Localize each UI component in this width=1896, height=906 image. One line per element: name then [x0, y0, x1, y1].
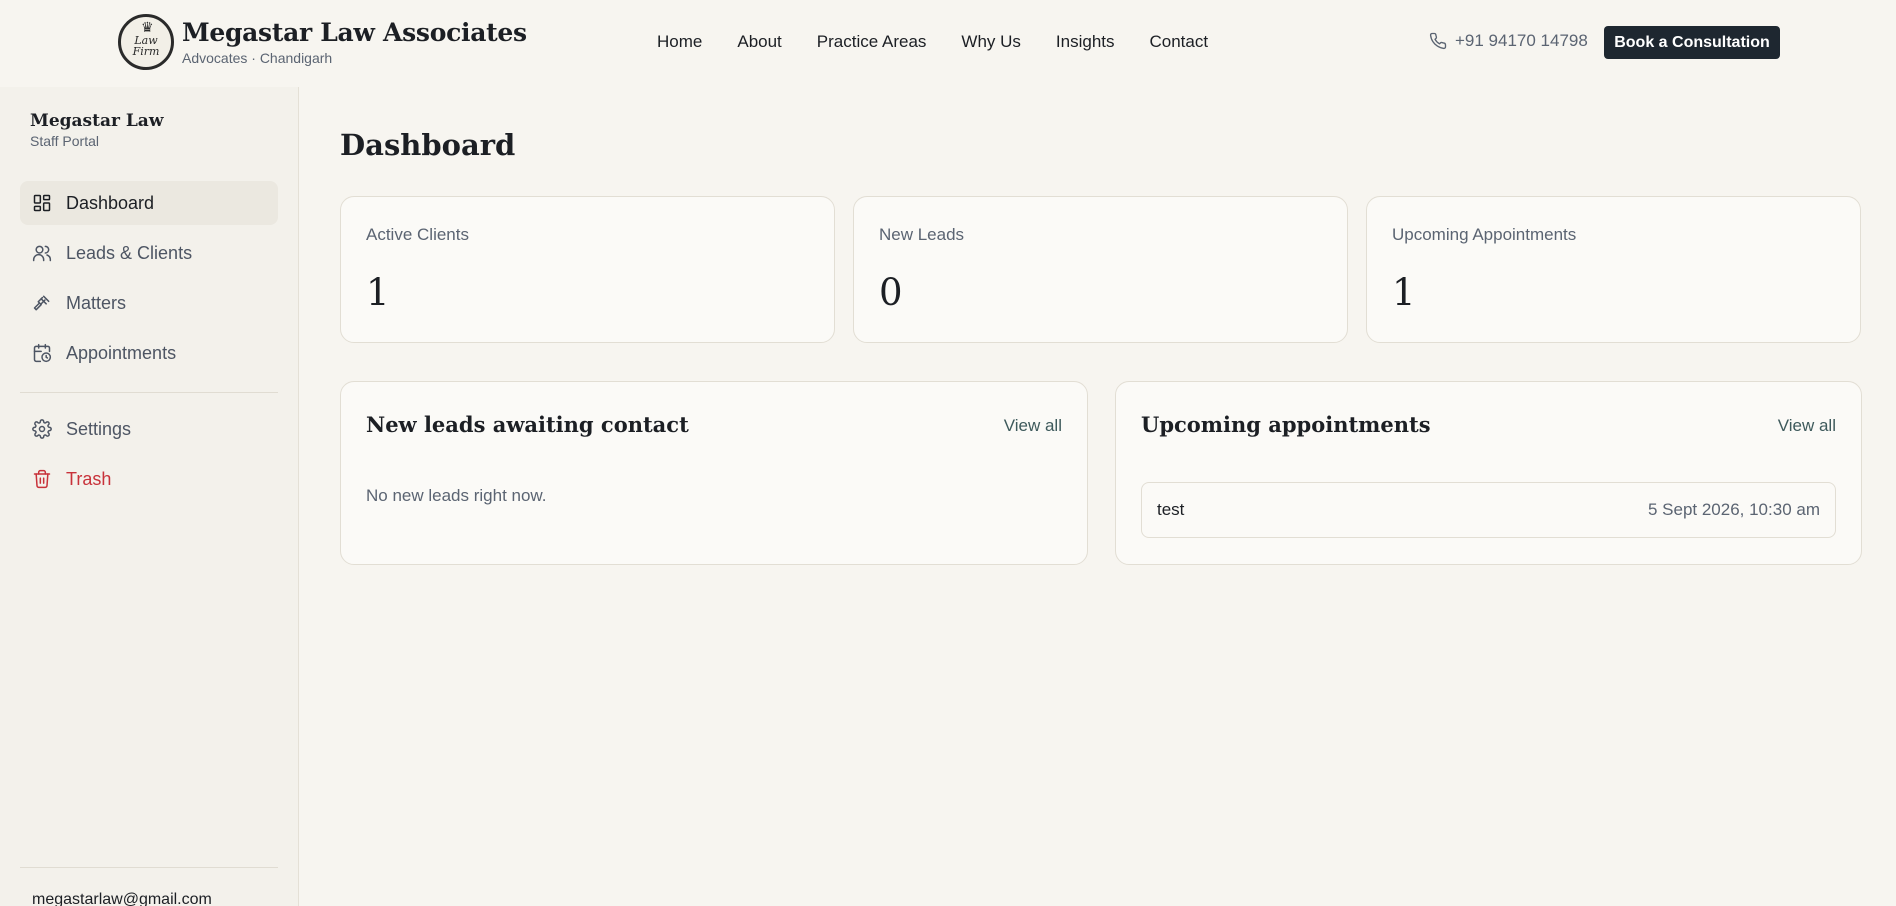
stat-card-upcoming-appointments: Upcoming Appointments 1 [1366, 196, 1861, 343]
stat-card-new-leads: New Leads 0 [853, 196, 1348, 343]
sidebar-item-label: Appointments [66, 342, 177, 363]
gear-icon [32, 419, 52, 439]
sidebar-item-trash[interactable]: Trash [20, 457, 278, 501]
user-email: megastarlaw@gmail.com [32, 891, 212, 906]
panel-title: New leads awaiting contact [366, 412, 689, 437]
site-header: ♛ Law Firm Megastar Law Associates Advoc… [0, 0, 1896, 87]
nav-practice-areas[interactable]: Practice Areas [817, 32, 927, 52]
stat-value: 1 [1392, 271, 1416, 314]
page-title: Dashboard [340, 128, 516, 162]
sidebar-item-leads-clients[interactable]: Leads & Clients [20, 231, 278, 275]
upcoming-appointments-panel: Upcoming appointments View all test 5 Se… [1115, 381, 1862, 565]
brand-subtitle: Advocates · Chandigarh [182, 50, 333, 66]
sidebar-item-label: Leads & Clients [66, 242, 193, 263]
sidebar-title: Megastar Law [30, 111, 164, 131]
phone-link[interactable]: +91 94170 14798 [1429, 31, 1588, 51]
sidebar-item-label: Trash [66, 468, 112, 489]
appointment-name: test [1157, 500, 1185, 519]
dashboard-icon [33, 194, 51, 212]
gavel-icon [33, 295, 50, 311]
phone-icon [1429, 32, 1447, 50]
sidebar-divider [20, 392, 278, 393]
sidebar-item-dashboard[interactable]: Dashboard [20, 181, 278, 225]
sidebar-item-matters[interactable]: Matters [20, 281, 278, 325]
new-leads-panel: New leads awaiting contact View all No n… [340, 381, 1088, 565]
calendar-clock-icon [33, 343, 52, 363]
nav-about[interactable]: About [737, 32, 781, 52]
sidebar-subtitle: Staff Portal [30, 133, 100, 149]
brand-title: Megastar Law Associates [182, 18, 527, 47]
nav-home[interactable]: Home [657, 32, 702, 52]
sidebar: Megastar Law Staff Portal Dashboard Lead… [0, 87, 299, 906]
main-nav: Home About Practice Areas Why Us Insight… [657, 32, 1208, 52]
stat-card-active-clients: Active Clients 1 [340, 196, 835, 343]
logo-text: Law Firm [132, 34, 160, 58]
nav-insights[interactable]: Insights [1056, 32, 1115, 52]
view-all-leads-link[interactable]: View all [1004, 416, 1062, 436]
flame-icon: ♛ [141, 19, 154, 35]
sidebar-item-label: Matters [66, 292, 127, 313]
book-consultation-button[interactable]: Book a Consultation [1604, 26, 1780, 59]
phone-number: +91 94170 14798 [1455, 31, 1588, 50]
stat-value: 1 [366, 271, 390, 314]
stat-label: Active Clients [366, 225, 469, 244]
stat-label: Upcoming Appointments [1392, 225, 1577, 244]
view-all-appointments-link[interactable]: View all [1778, 416, 1836, 436]
sidebar-item-label: Dashboard [66, 192, 155, 213]
stat-value: 0 [879, 271, 903, 314]
sidebar-divider [20, 867, 278, 868]
trash-icon [33, 469, 51, 489]
users-icon [32, 245, 52, 262]
appointment-time: 5 Sept 2026, 10:30 am [1647, 500, 1820, 519]
sidebar-item-settings[interactable]: Settings [20, 407, 278, 451]
appointment-row[interactable]: test 5 Sept 2026, 10:30 am [1141, 482, 1836, 538]
panel-title: Upcoming appointments [1141, 412, 1431, 437]
sidebar-item-appointments[interactable]: Appointments [20, 331, 278, 375]
sidebar-item-label: Settings [66, 418, 132, 439]
brand[interactable]: ♛ Law Firm Megastar Law Associates Advoc… [118, 14, 527, 70]
empty-state: No new leads right now. [366, 486, 547, 505]
stat-label: New Leads [879, 225, 965, 244]
nav-contact[interactable]: Contact [1150, 32, 1209, 52]
firm-logo: ♛ Law Firm [118, 14, 174, 70]
nav-why-us[interactable]: Why Us [961, 32, 1021, 52]
